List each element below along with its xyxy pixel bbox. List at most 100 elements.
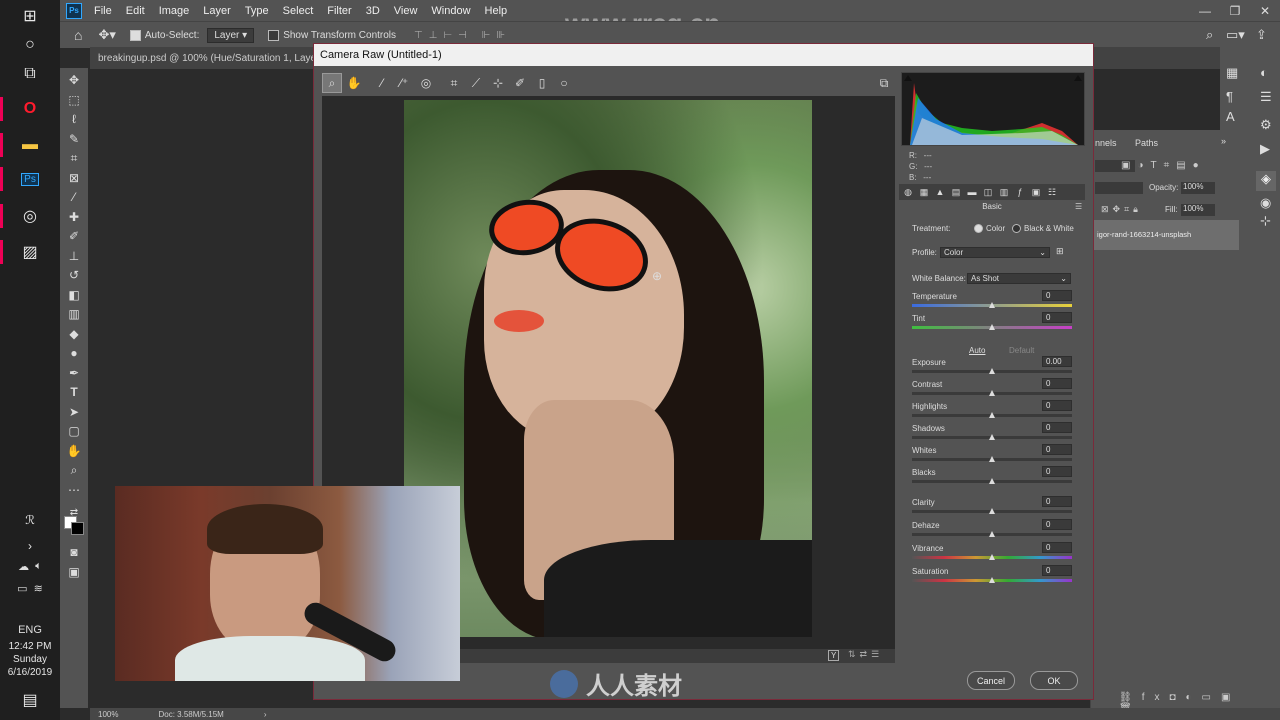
paragraph-icon[interactable]: ¶	[1226, 89, 1233, 104]
color-icon[interactable]: ◐	[1260, 65, 1268, 80]
exposure-slider[interactable]	[912, 368, 1072, 374]
highlights-slider[interactable]	[912, 412, 1072, 418]
targeted-adjustment-icon[interactable]: ◎	[416, 73, 436, 93]
blacks-slider[interactable]	[912, 478, 1072, 484]
whites-slider[interactable]	[912, 456, 1072, 462]
photoshop-icon[interactable]: Ps	[15, 167, 45, 191]
lock-icons[interactable]: ⊠✥⌗🔒︎	[1101, 204, 1142, 215]
lasso-tool-icon[interactable]: ℓ	[66, 111, 82, 127]
maximize-button[interactable]: ❐	[1220, 0, 1250, 21]
dehaze-slider-thumb[interactable]	[989, 531, 995, 537]
volume-icon[interactable]: 🔈︎	[35, 560, 42, 573]
treatment-bw-option[interactable]: Black & White	[1012, 224, 1074, 234]
actions-icon[interactable]: ▶	[1260, 141, 1270, 157]
search-icon[interactable]: ⌕	[1206, 27, 1213, 43]
tab-split-toning-icon[interactable]: ▬	[967, 187, 977, 197]
profile-browser-icon[interactable]: ⊞	[1056, 246, 1064, 257]
clarity-slider[interactable]	[912, 508, 1072, 514]
menu-window[interactable]: Window	[431, 5, 470, 17]
color-sampler-icon[interactable]: ⁄⁺	[394, 73, 414, 93]
eraser-tool-icon[interactable]: ◧	[66, 287, 82, 303]
exposure-value-field[interactable]: 0.00	[1042, 356, 1072, 367]
exposure-slider-thumb[interactable]	[989, 368, 995, 374]
crop-tool-icon[interactable]: ⌗	[66, 150, 82, 166]
temperature-slider[interactable]	[912, 302, 1072, 308]
shadows-value-field[interactable]: 0	[1042, 422, 1072, 433]
opera-icon[interactable]: O	[15, 97, 45, 121]
panel-menu-icon[interactable]: ☰	[1075, 202, 1082, 211]
white-balance-tool-icon[interactable]: ⁄	[372, 73, 392, 93]
vibrance-slider[interactable]	[912, 554, 1072, 560]
zoom-tool-icon[interactable]: ⌕	[66, 462, 82, 478]
paths-icon[interactable]: ⊹	[1260, 213, 1271, 229]
cloud-icon[interactable]: ☁	[18, 560, 29, 573]
task-view-icon[interactable]: ⧉	[15, 62, 45, 86]
contrast-slider-thumb[interactable]	[989, 390, 995, 396]
people-icon[interactable]: ℛ	[15, 508, 45, 532]
libraries-icon[interactable]: ▦	[1226, 65, 1238, 81]
quick-select-icon[interactable]: ✎	[66, 131, 82, 147]
clarity-value-field[interactable]: 0	[1042, 496, 1072, 507]
media-icon[interactable]: ◎	[15, 204, 45, 228]
fill-field[interactable]: 100%	[1181, 204, 1215, 216]
menu-edit[interactable]: Edit	[126, 5, 145, 17]
menu-file[interactable]: File	[94, 5, 112, 17]
tab-effects-icon[interactable]: ƒ	[1015, 187, 1025, 197]
temperature-slider-thumb[interactable]	[989, 302, 995, 308]
tab-basic-icon[interactable]: ◍	[903, 187, 913, 198]
hand-tool-icon[interactable]: ✋	[344, 73, 364, 93]
tint-slider[interactable]	[912, 324, 1072, 330]
menu-type[interactable]: Type	[245, 5, 269, 17]
whites-value-field[interactable]: 0	[1042, 444, 1072, 455]
menu-view[interactable]: View	[394, 5, 418, 17]
character-icon[interactable]: A	[1226, 109, 1235, 124]
adjustments-icon[interactable]: ⚙	[1260, 117, 1272, 133]
contrast-value-field[interactable]: 0	[1042, 378, 1072, 389]
cancel-button[interactable]: Cancel	[967, 671, 1015, 690]
adjustment-brush-icon[interactable]: ✐	[510, 73, 530, 93]
language-indicator[interactable]: ENG	[0, 619, 60, 641]
stamp-tool-icon[interactable]: ⊥	[66, 248, 82, 264]
cortana-icon[interactable]: ○	[15, 33, 45, 57]
show-transform-checkbox[interactable]: Show Transform Controls	[268, 29, 396, 41]
wifi-icon[interactable]: ≋	[34, 582, 43, 595]
workspace-icon[interactable]: ▭▾	[1226, 27, 1245, 43]
layer-filter-icons[interactable]: ▣◑T⌗▤●	[1121, 160, 1206, 171]
minimize-button[interactable]: —	[1190, 0, 1220, 21]
zoom-level[interactable]: 100%	[98, 710, 118, 719]
saturation-value-field[interactable]: 0	[1042, 565, 1072, 576]
highlight-clipping-icon[interactable]	[1074, 75, 1082, 81]
more-tools-icon[interactable]: ⋯	[66, 482, 82, 498]
history-brush-icon[interactable]: ↺	[66, 267, 82, 283]
opacity-field[interactable]: 100%	[1181, 182, 1215, 194]
preview-mode-icons[interactable]: ⇅⇄☰	[848, 649, 883, 660]
tab-tone-curve-icon[interactable]: ▦	[919, 187, 929, 198]
dehaze-value-field[interactable]: 0	[1042, 519, 1072, 530]
battery-icon[interactable]: ▭	[17, 582, 27, 595]
contrast-slider[interactable]	[912, 390, 1072, 396]
hand-tool-icon[interactable]: ✋	[66, 443, 82, 459]
tint-slider-thumb[interactable]	[989, 324, 995, 330]
move-tool-icon[interactable]: ✥▾	[98, 27, 115, 43]
align-icons[interactable]: ⊤⊥⊢⊣ ⊩⊪	[414, 30, 511, 41]
photos-icon[interactable]: ▨	[15, 240, 45, 264]
background-color-swatch[interactable]	[71, 522, 84, 535]
saturation-slider[interactable]	[912, 577, 1072, 583]
shape-tool-icon[interactable]: ▢	[66, 423, 82, 439]
profile-dropdown[interactable]: Color ⌄	[940, 247, 1050, 258]
tab-detail-icon[interactable]: ▲	[935, 187, 945, 197]
menu-filter[interactable]: Filter	[327, 5, 351, 17]
layers-panel-icon[interactable]: ◈	[1256, 171, 1276, 191]
gradient-tool-icon[interactable]: ▥	[66, 306, 82, 322]
auto-select-checkbox[interactable]: Auto-Select:	[129, 29, 199, 41]
graduated-filter-icon[interactable]: ▯	[532, 73, 552, 93]
eyedropper-icon[interactable]: ⁄	[66, 189, 82, 205]
dehaze-slider[interactable]	[912, 531, 1072, 537]
vibrance-slider-thumb[interactable]	[989, 554, 995, 560]
auto-select-dropdown[interactable]: Layer ▾	[207, 27, 255, 43]
saturation-slider-thumb[interactable]	[989, 577, 995, 583]
tab-transform-icon[interactable]: ▥	[999, 187, 1009, 198]
doc-size[interactable]: Doc: 3.58M/5.15M	[158, 710, 223, 719]
fullscreen-icon[interactable]: ⧉	[874, 73, 894, 93]
clarity-slider-thumb[interactable]	[989, 508, 995, 514]
